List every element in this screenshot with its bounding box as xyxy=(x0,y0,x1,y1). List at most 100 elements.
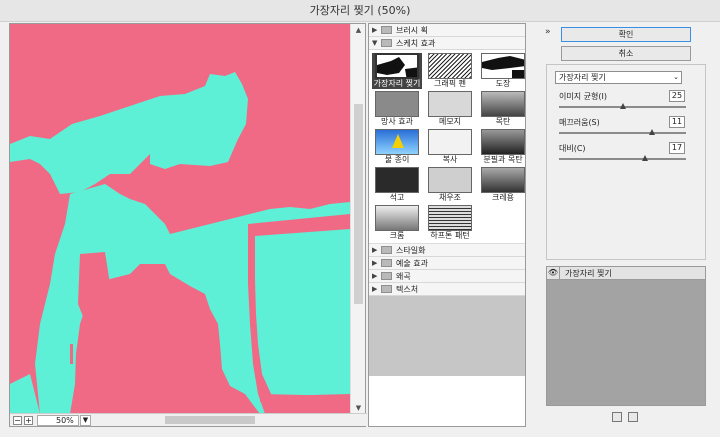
contrast-slider[interactable] xyxy=(559,155,686,161)
contrast-input[interactable]: 17 xyxy=(669,142,685,154)
filter-preview-image xyxy=(428,167,472,193)
filter-preview-image xyxy=(428,205,472,231)
horizontal-scroll-thumb[interactable] xyxy=(165,416,255,424)
collapse-icon: ▼ xyxy=(372,39,378,47)
category-label: 스케치 효과 xyxy=(396,38,436,48)
filter-select[interactable]: 가장자리 찢기 ⌄ xyxy=(555,71,682,84)
filter-preview-image xyxy=(375,53,419,79)
filter-thumb-plaster[interactable]: 석고 xyxy=(372,167,422,203)
param-label-smoothness: 매끄러움(S) xyxy=(559,118,600,127)
filter-preview-image xyxy=(428,129,472,155)
filter-preview-image xyxy=(375,129,419,155)
expand-icon: ▶ xyxy=(372,246,378,254)
category-label: 브러시 획 xyxy=(396,25,428,35)
filter-thumb-photocopy[interactable]: 복사 xyxy=(425,129,475,165)
category-stylize[interactable]: ▶ 스타일화 xyxy=(369,244,525,257)
category-brush-strokes[interactable]: ▶ 브러시 획 xyxy=(369,24,525,37)
filter-thumb-chrome[interactable]: 크롬 xyxy=(372,205,422,241)
category-label: 스타일화 xyxy=(396,245,426,255)
filter-thumb-note-paper[interactable]: 메모지 xyxy=(425,91,475,127)
smoothness-input[interactable]: 11 xyxy=(669,116,685,128)
filter-thumb-torn-edges[interactable]: 가장자리 찢기 xyxy=(372,53,422,89)
filter-preview-image xyxy=(428,91,472,117)
folder-icon xyxy=(381,259,392,267)
window-title: 가장자리 찢기 (50%) xyxy=(0,0,720,22)
filter-preview-image xyxy=(375,205,419,231)
preview-image xyxy=(10,24,350,414)
category-sketch[interactable]: ▼ 스케치 효과 xyxy=(369,37,525,50)
ok-button[interactable]: 확인 xyxy=(561,27,691,42)
folder-icon xyxy=(381,285,392,293)
expand-icon: ▶ xyxy=(372,272,378,280)
filter-select-value: 가장자리 찢기 xyxy=(559,73,606,82)
smoothness-slider[interactable] xyxy=(559,129,686,135)
cancel-button[interactable]: 취소 xyxy=(561,46,691,61)
filter-label: 크롬 xyxy=(389,231,405,240)
filter-thumb-stamp[interactable]: 도장 xyxy=(478,53,525,89)
slider-knob[interactable] xyxy=(648,129,655,135)
preview-zoom-bar: − + 50% ▼ xyxy=(10,413,367,426)
filter-thumb-graphic-pen[interactable]: 그래픽 펜 xyxy=(425,53,475,89)
filter-label: 물 종이 xyxy=(384,155,410,164)
filter-label: 망사 효과 xyxy=(381,117,413,126)
category-artistic[interactable]: ▶ 예술 효과 xyxy=(369,257,525,270)
category-distort[interactable]: ▶ 왜곡 xyxy=(369,270,525,283)
filter-label: 하프톤 패턴 xyxy=(430,231,470,240)
expand-icon: ▶ xyxy=(372,285,378,293)
filter-gallery: ▶ 브러시 획 ▼ 스케치 효과 가장자리 찢기 그래픽 펜 도장 망사 효과 xyxy=(368,23,526,427)
filter-thumb-water-paper[interactable]: 물 종이 xyxy=(372,129,422,165)
scroll-thumb[interactable] xyxy=(354,104,363,304)
filter-thumbnail-grid: 가장자리 찢기 그래픽 펜 도장 망사 효과 메모지 목탄 물 종이 복사 분필… xyxy=(369,50,525,244)
eye-icon[interactable]: 👁 xyxy=(547,267,560,279)
filter-thumb-halftone[interactable]: 하프톤 패턴 xyxy=(425,205,475,241)
expand-icon: ▶ xyxy=(372,26,378,34)
folder-icon xyxy=(381,272,392,280)
filter-preview-image xyxy=(375,91,419,117)
trash-icon[interactable] xyxy=(628,412,638,422)
category-label: 텍스처 xyxy=(396,284,419,294)
filter-label: 분필과 목탄 xyxy=(483,155,523,164)
collapse-gallery-icon[interactable]: » xyxy=(545,27,551,37)
zoom-out-button[interactable]: − xyxy=(13,416,22,425)
folder-icon xyxy=(381,26,392,34)
zoom-in-button[interactable]: + xyxy=(24,416,33,425)
category-label: 왜곡 xyxy=(396,271,411,281)
filter-thumb-charcoal[interactable]: 목탄 xyxy=(478,91,525,127)
preview-canvas[interactable] xyxy=(10,24,350,414)
filter-label: 가장자리 찢기 xyxy=(373,79,421,88)
filter-thumb-conte-crayon[interactable]: 크레용 xyxy=(478,167,525,203)
category-texture[interactable]: ▶ 텍스처 xyxy=(369,283,525,296)
effect-layers-panel: 👁 가장자리 찢기 xyxy=(546,266,706,406)
filter-label: 채우조 xyxy=(438,193,462,202)
scroll-up-icon[interactable]: ▲ xyxy=(351,24,366,36)
slider-knob[interactable] xyxy=(619,103,626,109)
gallery-empty-area xyxy=(369,296,525,376)
filter-preview-image xyxy=(375,167,419,193)
filter-label: 복사 xyxy=(442,155,458,164)
image-balance-slider[interactable] xyxy=(559,103,686,109)
effect-layer-name: 가장자리 찢기 xyxy=(565,268,612,278)
new-effect-layer-icon[interactable] xyxy=(612,412,622,422)
preview-vertical-scrollbar[interactable]: ▲ ▼ xyxy=(350,24,365,414)
filter-label: 석고 xyxy=(389,193,405,202)
filter-thumb-bas-relief[interactable]: 채우조 xyxy=(425,167,475,203)
expand-icon: ▶ xyxy=(372,259,378,267)
slider-knob[interactable] xyxy=(642,155,649,161)
filter-label: 그래픽 펜 xyxy=(434,79,466,88)
zoom-dropdown-icon[interactable]: ▼ xyxy=(80,415,91,426)
filter-preview-image xyxy=(481,53,525,79)
filter-preview-image xyxy=(481,91,525,117)
folder-icon xyxy=(381,246,392,254)
filter-label: 크레용 xyxy=(491,193,515,202)
param-label-contrast: 대비(C) xyxy=(559,144,586,153)
filter-preview-image xyxy=(481,129,525,155)
filter-preview-image xyxy=(481,167,525,193)
filter-label: 메모지 xyxy=(438,117,462,126)
filter-thumb-chalk-charcoal[interactable]: 분필과 목탄 xyxy=(478,129,525,165)
zoom-level[interactable]: 50% xyxy=(37,415,79,426)
filter-thumb-reticulation[interactable]: 망사 효과 xyxy=(372,91,422,127)
param-label-image-balance: 이미지 균형(I) xyxy=(559,92,607,101)
filter-preview-image xyxy=(428,53,472,79)
image-balance-input[interactable]: 25 xyxy=(669,90,685,102)
effect-layer-row[interactable]: 👁 가장자리 찢기 xyxy=(547,267,705,280)
